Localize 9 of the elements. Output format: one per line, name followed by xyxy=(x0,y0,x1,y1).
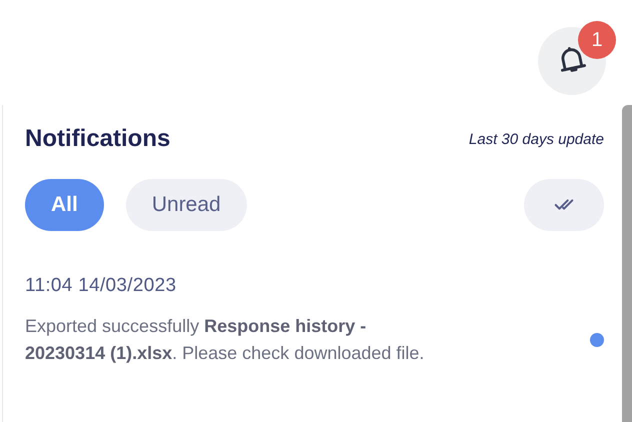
filter-tab[interactable]: All xyxy=(25,179,104,231)
panel-subtitle: Last 30 days update xyxy=(468,130,604,148)
scrollbar[interactable] xyxy=(622,105,632,422)
notification-time: 11:04 14/03/2023 xyxy=(25,275,178,297)
filter-tab[interactable]: Unread xyxy=(126,179,247,231)
mark-all-read-button[interactable] xyxy=(524,179,604,231)
notification-message: Exported successfully Response history - 20230314 (1).xlsx. Please check downloaded file. xyxy=(25,315,426,365)
panel-title: Notifications xyxy=(25,125,170,153)
notification-count-badge: 1 xyxy=(578,21,616,59)
